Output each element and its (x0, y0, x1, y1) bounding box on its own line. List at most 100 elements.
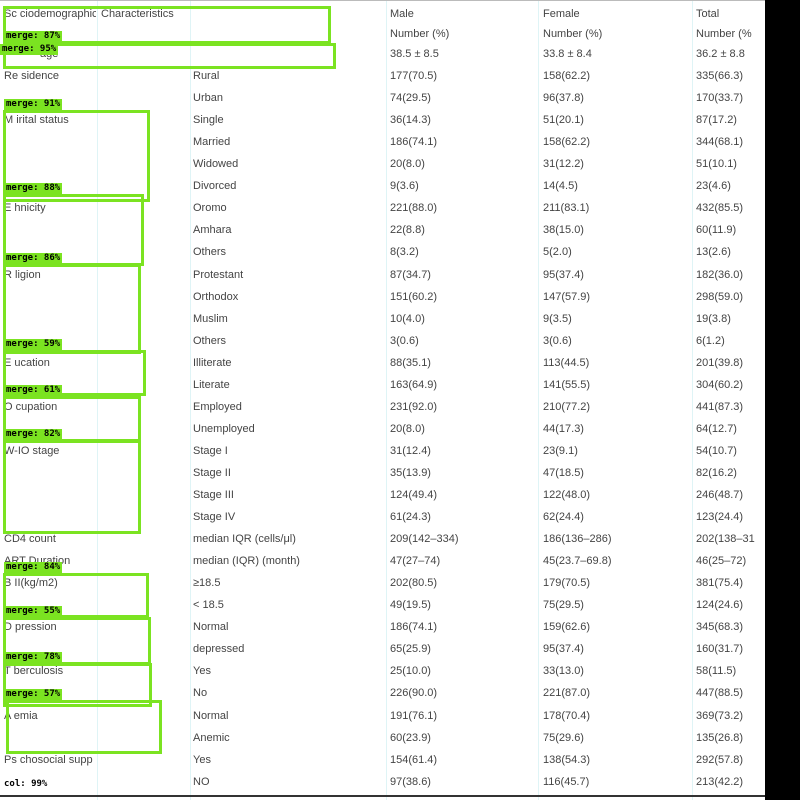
row-category: Yes (193, 665, 211, 678)
table-row: Anemic 60(23.9) 75(29.6) 135(26.8) (0, 727, 765, 749)
row-total-value: 298(59.0) (696, 290, 744, 303)
table-row: age38.5 ± 8.533.8 ± 8.436.2 ± 8.8 (0, 43, 765, 65)
row-total-value: 54(10.7) (696, 444, 737, 457)
row-total-value: 201(39.8) (696, 356, 744, 369)
row-male-value: 8(3.2) (390, 246, 419, 259)
row-female-value: 47(18.5) (543, 466, 584, 479)
table-row: T berculosis Yes 25(10.0) 33(13.0) 58(11.5) (0, 660, 765, 682)
overlay-label: merge: 82% (4, 429, 63, 440)
row-female-value: 186(136–286) (543, 533, 612, 546)
overlay-label: merge: 88% (4, 183, 63, 194)
row-total-value: 381(75.4) (696, 577, 744, 590)
row-female-value: 122(48.0) (543, 489, 591, 501)
overlay-label: merge: 86% (4, 253, 63, 264)
row-category: Literate (193, 378, 230, 391)
table-row: NO 97(38.6) 116(45.7) 213(42.2) (0, 771, 765, 793)
row-total-value: 124(24.6) (696, 599, 744, 612)
row-total-value: 213(42.2) (696, 775, 744, 788)
row-male-value: 151(60.2) (390, 290, 438, 303)
row-category: Yes (193, 753, 211, 766)
row-category: Anemic (193, 731, 230, 744)
row-female-value: 45(23.7–69.8) (543, 555, 612, 568)
table-bottom-rule (0, 795, 765, 797)
row-category: Single (193, 114, 224, 127)
table-row: < 18.5 49(19.5) 75(29.5) 124(24.6) (0, 594, 765, 616)
table-row: Stage IV 61(24.3) 62(24.4) 123(24.4) (0, 506, 765, 528)
row-category: Employed (193, 400, 242, 413)
table-row: depressed 65(25.9) 95(37.4) 160(31.7) (0, 638, 765, 660)
row-total-value: 344(68.1) (696, 136, 744, 149)
row-group-label: R ligion (4, 268, 41, 281)
row-male-value: 163(64.9) (390, 378, 438, 391)
column-detection-label: col: 99% (2, 779, 50, 790)
row-male-value: 221(88.0) (390, 202, 438, 215)
row-group-label: CD4 count (4, 533, 56, 546)
overlay-label: merge: 84% (4, 562, 63, 573)
row-male-value: 47(27–74) (390, 555, 441, 568)
row-total-value: 432(85.5) (696, 202, 744, 215)
row-category: No (193, 687, 208, 700)
table-row: ART Durationmedian (IQR) (month)47(27–74… (0, 550, 765, 572)
table-row: Others 3(0.6) 3(0.6) 6(1.2) (0, 330, 765, 352)
table-row: Divorced 9(3.6) 14(4.5) 23(4.6) (0, 175, 765, 197)
overlay-label: merge: 61% (4, 385, 63, 396)
row-group-label: W-IO stage (4, 444, 60, 457)
row-total-value: 345(68.3) (696, 621, 744, 634)
row-category: Stage IV (193, 511, 236, 524)
table-row: M irital status Single 36(14.3) 51(20.1) 87(… (0, 109, 765, 131)
row-male-value: 74(29.5) (390, 92, 431, 105)
row-female-value: 158(62.2) (543, 70, 591, 83)
row-category: Illiterate (193, 356, 232, 369)
header-sociodemographic: Sc ciodemographic (4, 8, 96, 20)
row-group-label: M irital status (4, 114, 69, 127)
row-total-value: 202(138–31 (696, 533, 755, 546)
row-category: depressed (193, 643, 245, 656)
row-male-value: 38.5 ± 8.5 (390, 48, 439, 60)
row-female-value: 116(45.7) (543, 775, 590, 788)
row-female-value: 33(13.0) (543, 665, 584, 678)
row-category: Rural (193, 70, 220, 83)
black-margin (765, 0, 800, 800)
row-total-value: 447(88.5) (696, 687, 744, 700)
row-group-label (4, 462, 96, 484)
row-female-value: 51(20.1) (543, 114, 584, 127)
row-female-value: 33.8 ± 8.4 (543, 48, 592, 60)
table-row: E ucation Illiterate 88(35.1) 113(44.5) 201(… (0, 352, 765, 374)
row-category: Stage III (193, 489, 234, 501)
demographics-table: Sc ciodemographic Characteristics Male F… (0, 0, 765, 800)
header-total-unit: Number (% (696, 28, 752, 40)
overlay-label: merge: 57% (4, 689, 63, 700)
table-row: D pression Normal 186(74.1) 159(62.6) 345(68… (0, 616, 765, 638)
row-male-value: 25(10.0) (390, 665, 431, 678)
row-total-value: 304(60.2) (696, 378, 744, 391)
row-male-value: 186(74.1) (390, 136, 438, 149)
row-group-label (4, 727, 96, 749)
row-total-value: 13(2.6) (696, 246, 731, 259)
row-male-value: 202(80.5) (390, 577, 438, 590)
row-total-value: 246(48.7) (696, 489, 744, 501)
row-female-value: 5(2.0) (543, 246, 572, 259)
row-category: Normal (193, 621, 229, 634)
table-row: B II(kg/m2) ≥18.5 202(80.5) 179(70.5) 381(75… (0, 572, 765, 594)
row-total-value: 135(26.8) (696, 731, 744, 744)
row-total-value: 335(66.3) (696, 70, 744, 83)
table-row: No 226(90.0) 221(87.0) 447(88.5) (0, 682, 765, 704)
row-female-value: 138(54.3) (543, 753, 591, 766)
row-female-value: 147(57.9) (543, 290, 591, 303)
row-female-value: 9(3.5) (543, 312, 572, 325)
row-group-label (4, 219, 96, 241)
row-male-value: 87(34.7) (390, 268, 431, 281)
overlay-label: merge: 78% (4, 652, 63, 663)
row-female-value: 95(37.4) (543, 268, 584, 281)
row-total-value: 182(36.0) (696, 268, 744, 281)
row-total-value: 36.2 ± 8.8 (696, 48, 745, 60)
row-category: Unemployed (193, 422, 255, 435)
row-male-value: 209(142–334) (390, 533, 459, 546)
row-total-value: 82(16.2) (696, 466, 737, 479)
table-row: E hnicity Oromo 221(88.0) 211(83.1) 432(85.5… (0, 197, 765, 219)
row-group-label: B II(kg/m2) (4, 577, 58, 590)
row-male-value: 20(8.0) (390, 422, 425, 435)
row-male-value: 20(8.0) (390, 158, 425, 171)
table-row: Ps chosocial supp Yes 154(61.4) 138(54.3) 29… (0, 749, 765, 771)
row-total-value: 170(33.7) (696, 92, 744, 105)
